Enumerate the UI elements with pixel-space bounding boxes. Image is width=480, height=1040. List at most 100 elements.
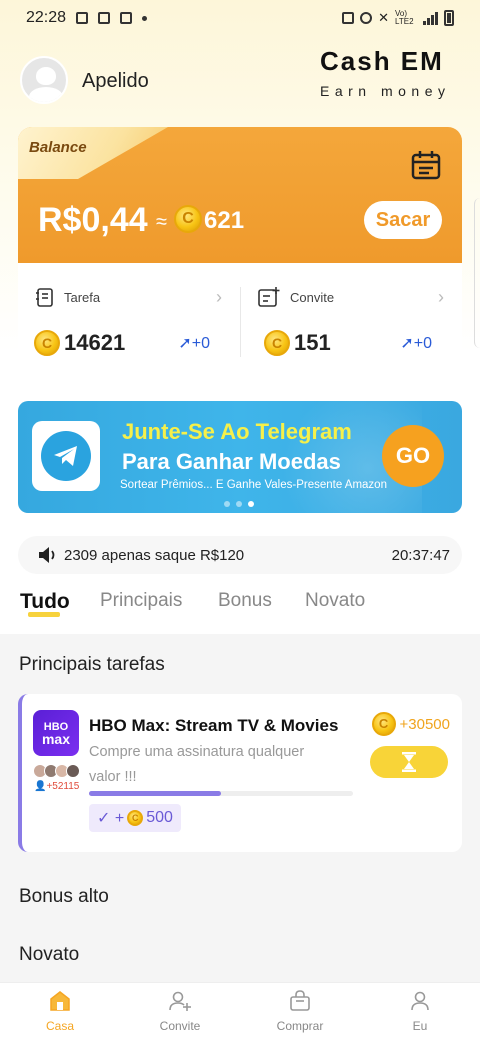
speaker-icon bbox=[39, 547, 55, 563]
chevron-right-icon: › bbox=[216, 287, 222, 307]
task-description: Compre uma assinatura qualquer valor !!! bbox=[89, 744, 305, 785]
arrow-up-icon: ➚ bbox=[178, 335, 192, 352]
nav-home-label: Casa bbox=[45, 1019, 74, 1033]
banner-title-line1: Junte-Se Ao Telegram bbox=[122, 419, 352, 444]
nav-home[interactable]: Casa bbox=[20, 989, 100, 1033]
notice-text: 2309 apenas saque R$120 bbox=[64, 546, 245, 564]
stat-task-label: Tarefa bbox=[64, 289, 101, 305]
notification-app-icon bbox=[120, 12, 133, 24]
network-label: Vo) LTE2 bbox=[395, 9, 414, 26]
balance-label: Balance bbox=[29, 139, 87, 156]
brand-logo: Cash EM Earn money bbox=[320, 46, 460, 99]
participants-count: 👤+52115 bbox=[34, 781, 79, 792]
bonus-prefix: ✓ + bbox=[97, 810, 125, 827]
carousel-dot-active[interactable] bbox=[248, 501, 254, 507]
stat-task-delta: ➚+0 bbox=[178, 333, 210, 353]
task-reward: C +30500 bbox=[371, 712, 450, 736]
brand-subtitle: Earn money bbox=[320, 83, 451, 99]
stat-invite-delta-value: +0 bbox=[413, 335, 432, 352]
go-button[interactable]: GO bbox=[382, 425, 444, 487]
status-time: 22:28 bbox=[26, 9, 67, 26]
status-bar: 22:28 ✕ Vo) LTE2 bbox=[0, 0, 480, 36]
status-right: ✕ Vo) LTE2 bbox=[342, 10, 454, 26]
coin-icon: C bbox=[371, 712, 396, 736]
invite-add-icon bbox=[258, 287, 280, 307]
stat-invite[interactable]: Convite › C 151 ➚+0 bbox=[240, 263, 462, 369]
profile-icon bbox=[411, 991, 429, 1011]
task-bonus-badge: ✓ + C 500 bbox=[89, 804, 181, 832]
nav-profile[interactable]: Eu bbox=[380, 989, 460, 1033]
user-small-icon: 👤 bbox=[34, 781, 47, 792]
participant-avatars bbox=[33, 764, 80, 778]
task-reward-value: +30500 bbox=[399, 715, 450, 733]
nickname[interactable]: Apelido bbox=[82, 70, 149, 93]
bonus-value: 500 bbox=[146, 809, 173, 826]
more-notifications-icon bbox=[142, 15, 148, 21]
coin-icon: C bbox=[127, 810, 144, 826]
add-user-icon bbox=[169, 991, 191, 1011]
stat-invite-delta: ➚+0 bbox=[400, 333, 432, 353]
chevron-right-icon: › bbox=[438, 287, 444, 307]
avatar[interactable] bbox=[20, 56, 68, 104]
shopping-bag-icon bbox=[290, 990, 310, 1011]
nav-shop-label: Comprar bbox=[276, 1019, 324, 1033]
coin-icon: C bbox=[174, 205, 202, 233]
calendar-icon[interactable] bbox=[410, 149, 442, 181]
mute-icon: ✕ bbox=[378, 10, 389, 25]
stats-panel: Tarefa › C 14621 ➚+0 Convite › C 151 ➚+0 bbox=[18, 263, 462, 369]
stat-task-delta-value: +0 bbox=[191, 335, 210, 352]
tab-bonus[interactable]: Bonus bbox=[218, 590, 272, 612]
lock-icon bbox=[342, 12, 355, 24]
section-title-newbie: Novato bbox=[19, 944, 80, 965]
nav-invite-label: Convite bbox=[159, 1019, 201, 1033]
stat-invite-head: Convite bbox=[258, 287, 334, 307]
coin-icon: C bbox=[34, 330, 60, 356]
tab-tudo[interactable]: Tudo bbox=[20, 590, 70, 614]
tab-principais[interactable]: Principais bbox=[100, 590, 182, 612]
coin-icon: C bbox=[264, 330, 290, 356]
banner-subtitle: Sortear Prêmios... E Ganhe Vales-Present… bbox=[120, 479, 387, 491]
section-title-main-tasks: Principais tarefas bbox=[19, 654, 165, 675]
stat-task-value: 14621 bbox=[64, 330, 126, 355]
stat-invite-value: 151 bbox=[294, 330, 331, 355]
telegram-logo bbox=[32, 421, 100, 491]
avatar-body-shape bbox=[29, 87, 63, 102]
nav-invite[interactable]: Convite bbox=[140, 989, 220, 1033]
task-card[interactable]: HBO max 👤+52115 HBO Max: Stream TV & Mov… bbox=[18, 694, 462, 852]
brand-title: Cash EM bbox=[320, 46, 444, 76]
home-icon bbox=[50, 991, 70, 1011]
task-clipboard-icon bbox=[36, 288, 53, 307]
battery-icon bbox=[444, 10, 454, 26]
stat-task-head: Tarefa bbox=[36, 287, 100, 307]
nav-shop[interactable]: Comprar bbox=[260, 989, 340, 1033]
edge-panel-handle[interactable] bbox=[474, 198, 480, 348]
balance-card: Balance R$0,44 ≈ C 621 Sacar bbox=[18, 127, 462, 263]
carousel-dot[interactable] bbox=[224, 501, 230, 507]
task-pending-button[interactable] bbox=[370, 746, 448, 778]
task-tabs: Tudo Principais Bonus Novato bbox=[0, 586, 480, 632]
notice-time: 20:37:47 bbox=[391, 546, 450, 564]
banner-title-line2: Para Ganhar Moedas bbox=[122, 449, 341, 474]
stat-invite-label: Convite bbox=[290, 289, 335, 305]
alarm-icon bbox=[360, 12, 373, 24]
carousel-dots bbox=[224, 501, 254, 507]
scan-icon bbox=[98, 12, 111, 24]
hourglass-icon bbox=[402, 752, 416, 772]
bottom-navigation: Casa Convite Comprar Eu bbox=[0, 982, 480, 1040]
nav-profile-label: Eu bbox=[412, 1019, 428, 1033]
approx-sign: ≈ bbox=[156, 211, 167, 233]
status-left: 22:28 bbox=[26, 9, 148, 27]
telegram-banner[interactable]: Junte-Se Ao Telegram Para Ganhar Moedas … bbox=[18, 401, 462, 513]
stat-task[interactable]: Tarefa › C 14621 ➚+0 bbox=[18, 263, 240, 369]
participant-avatar bbox=[66, 764, 80, 778]
arrow-up-icon: ➚ bbox=[400, 335, 414, 352]
paper-plane-icon bbox=[54, 446, 77, 466]
withdraw-button[interactable]: Sacar bbox=[364, 201, 442, 239]
avatar-head-shape bbox=[36, 67, 56, 85]
balance-coins: 621 bbox=[204, 207, 245, 234]
withdraw-notice: 2309 apenas saque R$120 20:37:47 bbox=[18, 536, 462, 574]
tab-novato[interactable]: Novato bbox=[305, 590, 365, 612]
carousel-dot[interactable] bbox=[236, 501, 242, 507]
screenshot-icon bbox=[76, 12, 89, 24]
balance-amount: R$0,44 bbox=[38, 201, 148, 239]
